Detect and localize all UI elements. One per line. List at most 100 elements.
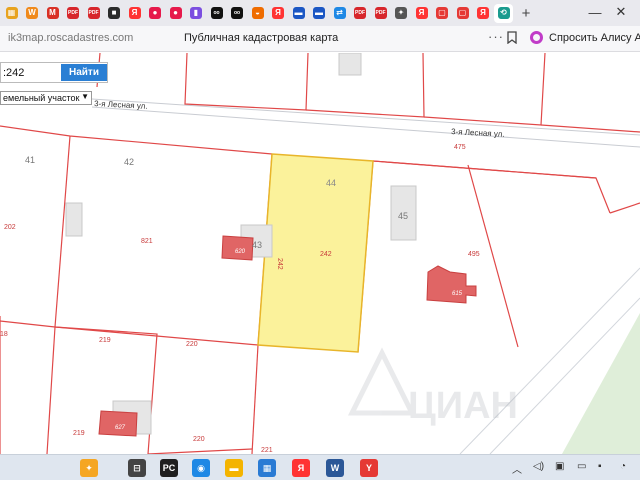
watermark-text: ЦИАН bbox=[408, 385, 518, 427]
alice-button[interactable]: Спросить Алису AI bbox=[530, 31, 640, 44]
browser-tab[interactable]: PDF bbox=[351, 4, 370, 23]
pdf-icon: PDF bbox=[354, 7, 366, 19]
url-text[interactable]: ik3map.roscadastres.com bbox=[8, 32, 133, 44]
selected-parcel[interactable] bbox=[257, 153, 374, 353]
cadastral-search-input[interactable] bbox=[1, 63, 59, 82]
browser-tab[interactable]: ▦ bbox=[2, 4, 21, 23]
cadastral-number: 221 bbox=[261, 447, 273, 454]
box-icon: ▢ bbox=[456, 7, 469, 19]
yandex-browser-icon[interactable]: Y bbox=[360, 459, 378, 477]
browser-tab[interactable]: PDF bbox=[371, 4, 390, 23]
page-title: Публичная кадастровая карта bbox=[184, 32, 339, 44]
browser-tab[interactable]: PDF bbox=[84, 4, 103, 23]
cadastral-number: 242 bbox=[276, 258, 283, 270]
building-red[interactable] bbox=[98, 410, 138, 437]
browser-tab[interactable]: ● bbox=[166, 4, 185, 23]
green-area bbox=[562, 313, 640, 454]
cadastral-number: 821 bbox=[141, 238, 153, 245]
parcel-number: 45 bbox=[398, 211, 408, 221]
pycharm-icon[interactable]: PC bbox=[160, 459, 178, 477]
map-canvas[interactable]: 3-я Лесная ул. 3-я Лесная ул. 41 42 44 4… bbox=[0, 53, 640, 454]
parcel-number: 41 bbox=[25, 155, 35, 165]
box-icon: ▢ bbox=[436, 7, 448, 19]
browser-tab[interactable]: ▮ bbox=[187, 4, 206, 23]
cadastral-number: 495 bbox=[468, 251, 480, 258]
flag-ru-icon: ▬ bbox=[313, 7, 325, 19]
speaker-icon[interactable]: ◁) bbox=[533, 461, 544, 472]
browser-tab[interactable]: Я bbox=[412, 4, 431, 23]
chevron-down-icon: ▼ bbox=[81, 92, 89, 101]
yandex-icon: Я bbox=[477, 7, 489, 19]
taskbar: ︿ ◁) ▣ ▭ ▪ ◔ ✦ ⊟ PC ◉ ▬ ▦ Я W Y bbox=[0, 454, 640, 480]
display-icon[interactable]: ▪ bbox=[598, 461, 602, 472]
yandex-icon: Я bbox=[272, 7, 284, 19]
food-icon: ◒ bbox=[251, 7, 264, 19]
find-button[interactable]: Найти bbox=[61, 64, 107, 81]
browser-tab[interactable]: ▢ bbox=[453, 4, 472, 23]
browser-tab[interactable]: ▬ bbox=[310, 4, 329, 23]
tab-strip: ▦ W M PDF PDF ■ Я ● ● ▮ oo oo ◒ Я ▬ ▬ ⇄ PDF PDF ✦ Я ▢ ▢ Я ⟲ + bbox=[0, 0, 640, 26]
battery-icon[interactable]: ▭ bbox=[577, 461, 586, 472]
new-tab-button[interactable]: + bbox=[517, 4, 536, 23]
pdf-icon: PDF bbox=[67, 7, 79, 19]
cadastral-map[interactable]: 3-я Лесная ул. 3-я Лесная ул. 41 42 44 4… bbox=[0, 53, 640, 454]
glasses-icon: oo bbox=[210, 7, 223, 19]
cadastral-number: 220 bbox=[186, 341, 198, 348]
cadastral-number: 202 bbox=[4, 224, 16, 231]
browser-tab[interactable]: oo bbox=[228, 4, 247, 23]
minimize-button[interactable]: — bbox=[584, 2, 606, 22]
browser-tab[interactable]: ◒ bbox=[248, 4, 267, 23]
browser-tab[interactable]: Я bbox=[269, 4, 288, 23]
parcel-number: 44 bbox=[326, 178, 336, 188]
flag-ru-icon: ▬ bbox=[292, 7, 305, 19]
browser-tab[interactable]: oo bbox=[207, 4, 226, 23]
browser-tab[interactable]: Я bbox=[125, 4, 144, 23]
browser-tab[interactable]: ▬ bbox=[289, 4, 308, 23]
browser-tab[interactable]: ⟲ bbox=[494, 3, 513, 23]
store-icon[interactable]: ▦ bbox=[258, 459, 276, 477]
explorer-icon[interactable]: ▬ bbox=[225, 459, 243, 477]
browser-tab[interactable]: W bbox=[23, 4, 42, 23]
object-type-select[interactable]: емельный участок ▼ bbox=[0, 91, 92, 105]
browser-tab[interactable]: Я bbox=[474, 4, 493, 23]
browser-tab[interactable]: ● bbox=[146, 4, 165, 23]
cadastral-number: 219 bbox=[99, 337, 111, 344]
circle-icon: ● bbox=[149, 7, 161, 19]
notification-icon[interactable]: ◔ bbox=[620, 461, 626, 472]
w-icon: W bbox=[26, 7, 38, 19]
more-icon[interactable]: ··· bbox=[488, 29, 504, 44]
word-icon[interactable]: W bbox=[326, 459, 344, 477]
pdf-icon: PDF bbox=[87, 7, 100, 19]
yandex-icon: Я bbox=[128, 7, 141, 19]
bookmark-icon[interactable] bbox=[507, 31, 517, 44]
browser-tab[interactable]: PDF bbox=[64, 4, 83, 23]
alice-icon bbox=[530, 31, 543, 44]
yandex-icon[interactable]: Я bbox=[292, 459, 310, 477]
copilot-icon[interactable]: ✦ bbox=[80, 459, 98, 477]
browser-tab[interactable]: M bbox=[43, 4, 62, 23]
building-label: 620 bbox=[235, 249, 246, 255]
cadastral-number: 242 bbox=[320, 251, 332, 258]
browser-tab[interactable]: ▢ bbox=[433, 4, 452, 23]
chevron-up-icon[interactable]: ︿ bbox=[512, 461, 522, 476]
building-label: 615 bbox=[452, 291, 463, 297]
browser-tab[interactable]: ⇄ bbox=[330, 4, 349, 23]
street-label: 3-я Лесная ул. bbox=[451, 127, 505, 139]
street-edge bbox=[91, 98, 640, 136]
arrows-icon: ⇄ bbox=[333, 7, 346, 19]
browser-tab[interactable]: ■ bbox=[105, 4, 124, 23]
building-red[interactable] bbox=[426, 265, 477, 304]
network-icon[interactable]: ▣ bbox=[555, 461, 564, 472]
close-button[interactable]: ✕ bbox=[610, 2, 632, 22]
building-red[interactable] bbox=[221, 235, 254, 261]
building bbox=[338, 53, 362, 76]
browser-tab[interactable]: ✦ bbox=[392, 4, 411, 23]
search-box: Найти bbox=[0, 62, 108, 83]
edge-icon[interactable]: ◉ bbox=[192, 459, 210, 477]
building bbox=[65, 202, 83, 237]
pdf-icon: PDF bbox=[374, 7, 387, 19]
active-tab-icon: ⟲ bbox=[497, 7, 510, 19]
address-bar[interactable]: ik3map.roscadastres.com Публичная кадаст… bbox=[0, 26, 640, 52]
task-view-icon[interactable]: ⊟ bbox=[128, 459, 146, 477]
parcel-number: 42 bbox=[124, 157, 134, 167]
